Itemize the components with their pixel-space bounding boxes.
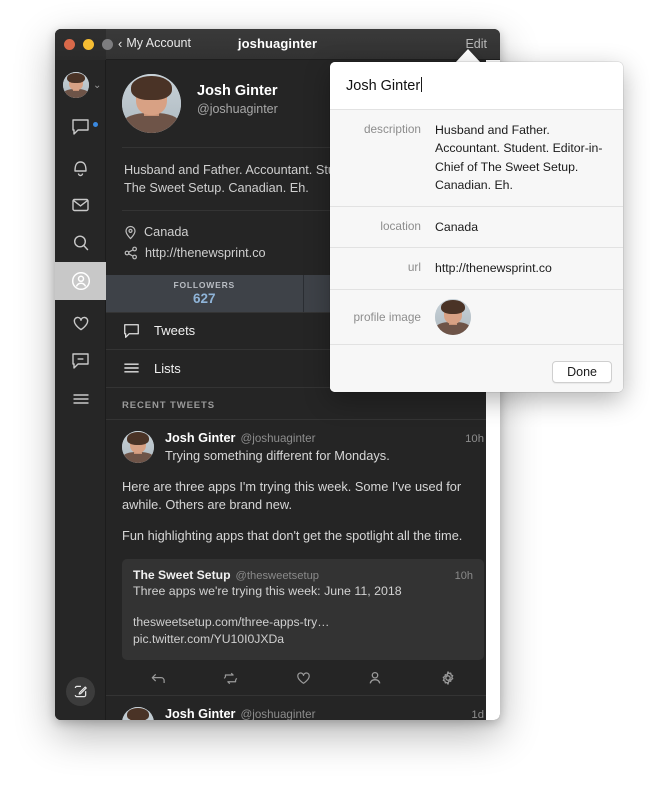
reply-icon[interactable] [122,670,194,686]
quoted-author-name: The Sweet Setup [133,568,231,583]
sidebar-item-timeline[interactable] [55,108,106,146]
text-caret [421,77,423,92]
compose-button[interactable] [66,677,95,706]
quoted-author-handle: @thesweetsetup [235,570,320,583]
sidebar-item-notifications[interactable] [55,148,106,186]
window-titlebar: ‹ My Account joshuaginter Edit [55,29,500,60]
share-link-icon [124,246,138,260]
menu-item-label: Lists [154,360,181,376]
field-label: profile image [353,309,421,324]
name-input-value: Josh Ginter [346,78,421,94]
field-value[interactable]: Canada [435,218,607,236]
tweet-item[interactable]: Josh Ginter @joshuaginter 10h Trying som… [106,420,500,697]
chevron-down-icon: ⌄ [93,79,102,91]
field-label: location [380,218,421,233]
sidebar-item-search[interactable] [55,224,106,262]
sidebar-item-account-switcher[interactable]: ⌄ [63,72,101,98]
field-value[interactable]: http://thenewsprint.co [435,259,607,277]
tweet-text-paragraph: Fun highlighting apps that don't get the… [122,528,463,544]
done-button[interactable]: Done [552,361,612,383]
quoted-tweet-card[interactable]: The Sweet Setup @thesweetsetup 10h Three… [122,559,484,661]
unread-badge-dot [93,122,98,127]
field-value[interactable]: Husband and Father. Accountant. Student.… [435,121,607,195]
profile-location-text: Canada [144,225,189,240]
field-row-profile-image: profile image [330,289,623,345]
edit-profile-popover: Josh Ginter description Husband and Fath… [330,62,623,392]
menu-item-label: Tweets [154,323,196,339]
sidebar-rail: ⌄ [55,60,106,720]
tweet-actions [122,660,484,695]
retweet-icon[interactable] [194,670,266,686]
stat-label: FOLLOWERS [173,280,235,291]
speech-bubble-icon [124,323,139,338]
tweet-text-paragraph: Here are three apps I'm trying this week… [122,478,462,513]
quoted-timestamp: 10h [454,570,473,583]
avatar [63,72,89,98]
sidebar-item-mentions[interactable] [55,342,106,380]
tweet-author-handle: @joshuaginter [240,708,316,720]
person-icon[interactable] [339,670,411,686]
sidebar-item-likes[interactable] [55,304,106,342]
field-row-description: description Husband and Father. Accounta… [330,110,623,207]
quoted-tweet-text: Three apps we're trying this week: June … [133,584,402,599]
field-row-url: url http://thenewsprint.co [330,248,623,290]
location-pin-icon [125,225,136,240]
profile-handle: @joshuaginter [197,102,278,116]
popover-footer: Done [330,352,623,392]
quoted-link[interactable]: thesweetsetup.com/three-apps-try… [133,614,473,632]
field-row-location: location Canada [330,206,623,249]
gear-icon[interactable] [412,670,484,686]
window-title: joshuaginter [237,36,318,51]
stat-followers[interactable]: FOLLOWERS 627 [106,274,304,312]
tweet-timestamp: 1d [471,709,484,720]
stat-value: 627 [192,291,216,307]
tweet-author-name: Josh Ginter [165,430,236,445]
profile-url-text: http://thenewsprint.co [145,245,266,260]
sidebar-item-profile[interactable] [55,262,106,300]
name-input[interactable]: Josh Ginter [330,62,623,110]
tweet-item[interactable]: Josh Ginter @joshuaginter 1d If Horwath … [106,696,500,720]
sidebar-item-messages[interactable] [55,186,106,224]
tweet-author-name: Josh Ginter [165,707,236,720]
quoted-link[interactable]: pic.twitter.com/YU10I0JXDa [133,631,473,649]
profile-name: Josh Ginter [197,83,278,99]
field-label: url [407,260,421,275]
tweet-author-handle: @joshuaginter [240,431,316,445]
screenshot-root: ‹ My Account joshuaginter Edit ⌄ Josh Gi… [0,0,650,789]
list-lines-icon [124,363,139,373]
avatar[interactable] [122,430,154,463]
tweet-timestamp: 10h [465,432,484,445]
recent-tweets-section-label: RECENT TWEETS [106,387,500,420]
tweet-text-line: Trying something different for Mondays. [165,447,390,463]
profile-image-thumbnail[interactable] [435,298,471,335]
popover-arrow [455,49,481,63]
avatar[interactable] [122,707,154,720]
like-icon[interactable] [267,670,339,686]
profile-avatar[interactable] [122,74,181,133]
field-label: description [363,122,421,136]
sidebar-item-more[interactable] [55,380,106,418]
